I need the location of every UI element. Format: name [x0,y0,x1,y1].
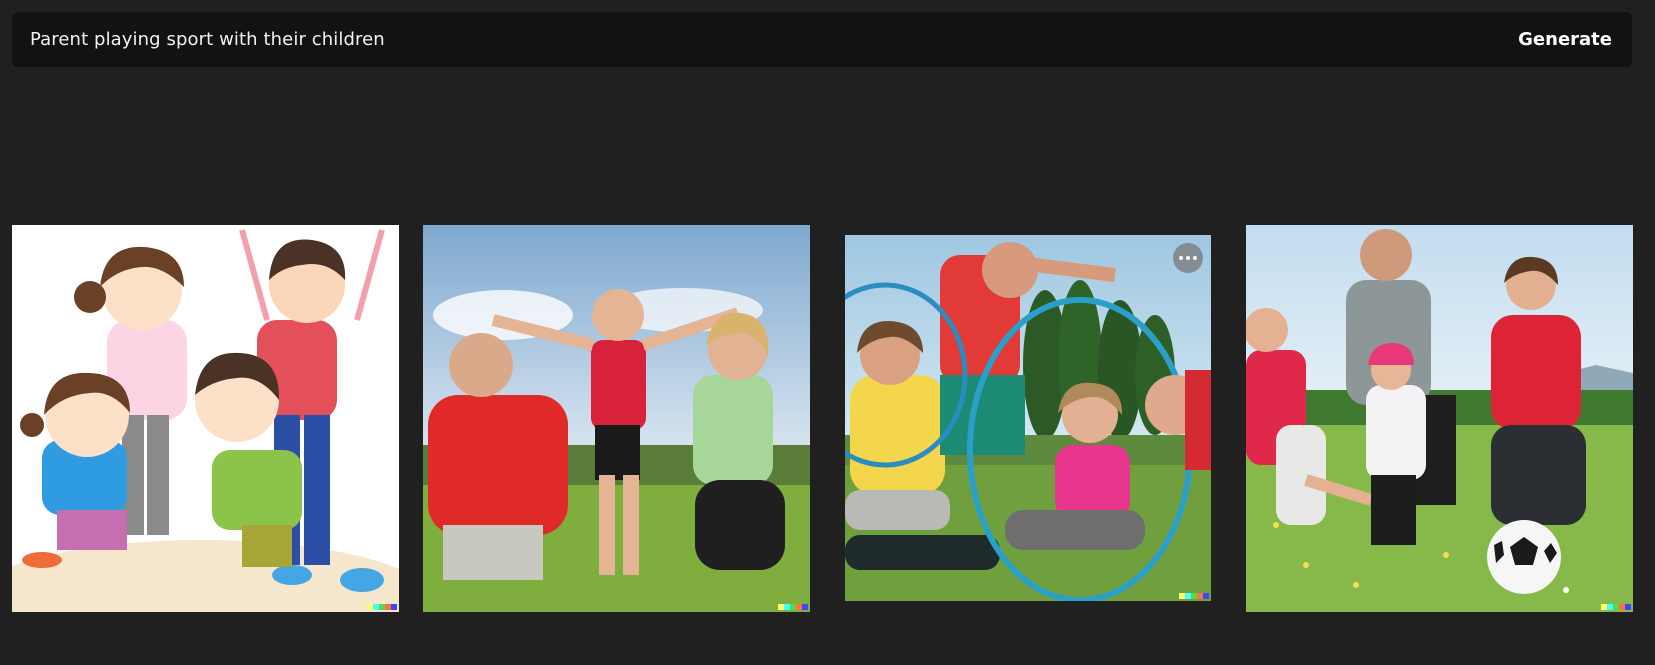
soccer-family-photo [1246,225,1633,612]
more-options-icon[interactable] [1173,243,1203,273]
hula-hoop-family-photo [845,235,1211,601]
signature-mark [1601,604,1631,610]
family-stretching-photo [423,225,810,612]
prompt-input[interactable]: Parent playing sport with their children [30,29,385,50]
cartoon-family-illustration [12,225,399,612]
prompt-bar[interactable]: Parent playing sport with their children… [12,12,1632,67]
generated-image-4[interactable] [1246,225,1633,612]
generated-image-3[interactable] [845,235,1211,601]
generated-image-1[interactable] [12,225,399,612]
signature-mark [778,604,808,610]
generated-image-2[interactable] [423,225,810,612]
signature-mark [367,604,397,610]
signature-mark [1179,593,1209,599]
generate-button[interactable]: Generate [1518,29,1612,50]
